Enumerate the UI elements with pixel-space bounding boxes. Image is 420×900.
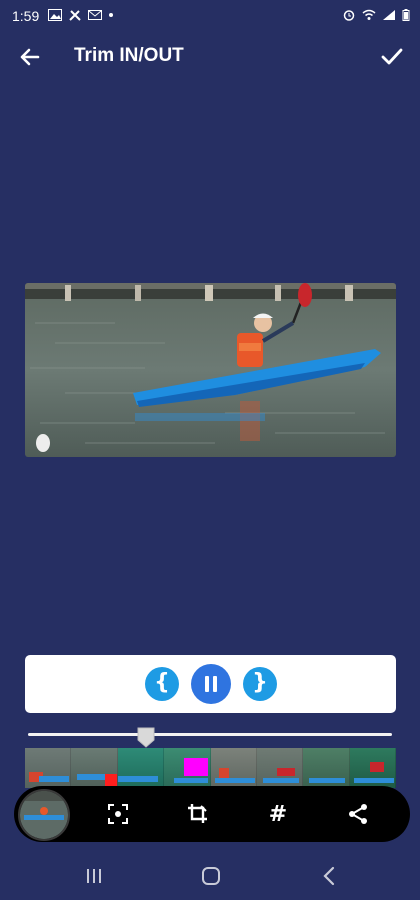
battery-icon [402, 9, 410, 21]
status-right-icons [342, 9, 410, 21]
recent-apps-icon[interactable] [82, 864, 106, 888]
mark-out-label: } [252, 670, 268, 695]
status-bar: 1:59 [0, 0, 420, 34]
timeline-thumbnail-strip[interactable] [25, 748, 396, 788]
wifi-icon [362, 9, 376, 20]
crop-rotate-icon [188, 804, 207, 823]
app-bar: Trim IN/OUT [0, 34, 420, 80]
system-nav-bar [0, 852, 420, 900]
tools-icon [69, 10, 81, 21]
check-icon[interactable] [378, 43, 406, 71]
screen-capture-button[interactable] [104, 800, 132, 828]
timeline-slider-thumb[interactable] [136, 726, 156, 748]
gallery-icon [48, 9, 62, 21]
timeline-frame [164, 748, 211, 788]
arrow-left-icon[interactable] [16, 43, 44, 71]
clip-thumbnail-image [20, 791, 68, 839]
home-icon[interactable] [199, 864, 223, 888]
screen-capture-icon [108, 804, 128, 824]
clip-thumbnail[interactable] [18, 789, 70, 841]
video-frame-image [25, 283, 396, 457]
timeline-frame [71, 748, 118, 788]
timeline-frame [303, 748, 350, 788]
status-time: 1:59 [12, 8, 40, 24]
hashtag-icon: # [268, 801, 288, 827]
back-icon[interactable] [318, 864, 342, 888]
timeline-frame [210, 748, 257, 788]
video-preview[interactable] [25, 283, 396, 457]
mark-in-button[interactable]: { [145, 667, 179, 701]
timeline-frame [349, 748, 396, 788]
play-pause-button[interactable] [191, 664, 231, 704]
dot-icon [109, 13, 113, 17]
status-left-icons [48, 9, 114, 21]
pause-icon [205, 676, 217, 692]
mark-in-label: { [154, 670, 170, 695]
mail-icon [88, 10, 102, 20]
timeline-frame [256, 748, 304, 788]
mark-out-button[interactable]: } [243, 667, 277, 701]
hashtag-button[interactable]: # [264, 800, 292, 828]
trim-controls-card: { } [25, 655, 396, 713]
crop-rotate-button[interactable] [184, 800, 212, 828]
share-button[interactable] [344, 800, 372, 828]
timeline-marker-red [105, 774, 117, 786]
timeline-frame [25, 748, 72, 788]
signal-icon [383, 10, 395, 20]
timeline-slider-track[interactable] [28, 733, 392, 736]
timeline-marker-magenta [184, 758, 209, 776]
alarm-icon [343, 10, 355, 21]
bottom-toolbar: # [14, 786, 410, 842]
timeline-frame [117, 748, 165, 788]
share-icon [349, 804, 367, 824]
page-title: Trim IN/OUT [74, 45, 184, 66]
